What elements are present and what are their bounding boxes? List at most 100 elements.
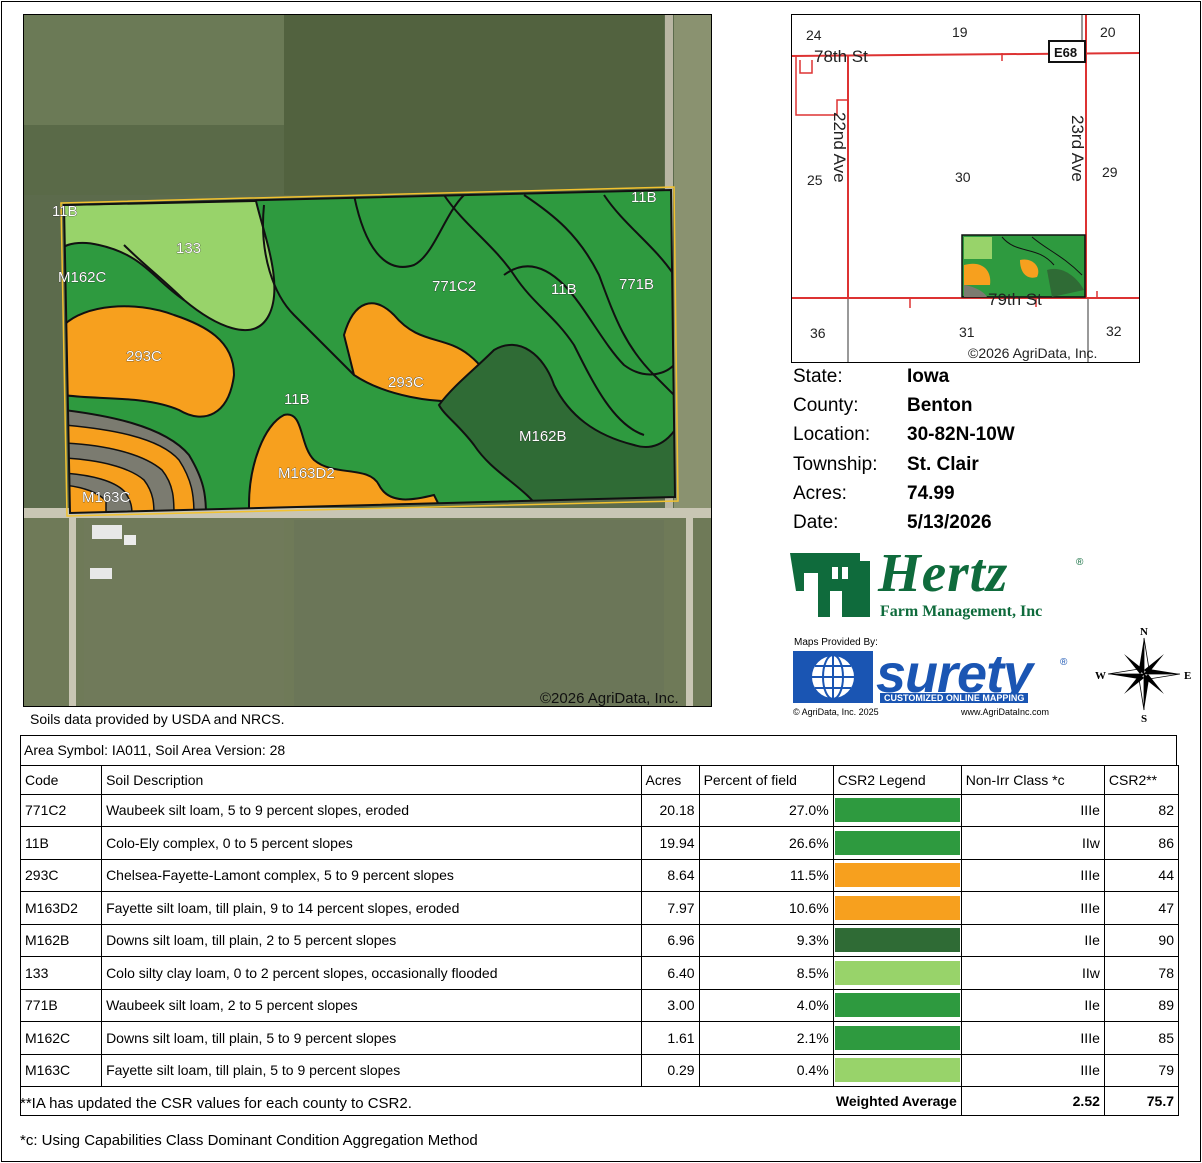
section-number: 29	[1102, 164, 1118, 180]
csr2-cell: 86	[1103, 826, 1180, 860]
road-label: 22nd Ave	[830, 112, 849, 183]
soil-code-cell: 771C2	[19, 793, 103, 827]
percent-cell: 9.3%	[698, 923, 834, 957]
soil-label: 293C	[126, 348, 162, 365]
soil-label: 771B	[619, 276, 654, 293]
hertz-name: Hertz	[878, 542, 1009, 603]
acres-cell: 20.18	[640, 793, 700, 827]
footnote-csr2: **IA has updated the CSR values for each…	[20, 1095, 412, 1112]
info-key: County:	[793, 395, 859, 417]
csr2-legend-cell	[832, 1053, 962, 1087]
section-number: 36	[810, 325, 826, 341]
soil-label: M163C	[82, 489, 131, 506]
csr2-cell: 78	[1103, 956, 1180, 990]
footnote-class-method: *c: Using Capabilities Class Dominant Co…	[20, 1132, 478, 1149]
non-irr-class-cell: IIIe	[960, 793, 1105, 827]
column-header: CSR2**	[1103, 765, 1180, 795]
table-row: 133 Colo silty clay loam, 0 to 2 percent …	[19, 956, 1180, 990]
csr2-cell: 89	[1103, 988, 1180, 1022]
info-key: Acres:	[793, 482, 847, 504]
non-irr-class-cell: IIe	[960, 923, 1105, 957]
soil-description-cell: Chelsea-Fayette-Lamont complex, 5 to 9 p…	[101, 858, 642, 892]
csr2-legend-swatch	[834, 1025, 960, 1050]
percent-cell: 10.6%	[698, 891, 834, 925]
non-irr-class-cell: IIw	[960, 826, 1105, 860]
table-row: M162C Downs silt loam, till plain, 5 to 9…	[19, 1021, 1180, 1055]
csr2-legend-swatch	[834, 993, 960, 1018]
surety-tagline: CUSTOMIZED ONLINE MAPPING	[880, 693, 1029, 703]
surety-registered-mark: ®	[1060, 657, 1068, 668]
csr2-cell: 44	[1103, 858, 1180, 892]
csr2-legend-swatch	[834, 895, 960, 920]
section-number: 25	[807, 172, 823, 188]
percent-cell: 26.6%	[698, 826, 834, 860]
soil-label: 11B	[631, 189, 657, 206]
info-key: Date:	[793, 511, 839, 533]
area-symbol-header: Area Symbol: IA011, Soil Area Version: 2…	[20, 735, 1177, 765]
soil-description-cell: Colo silty clay loam, 0 to 2 percent slo…	[101, 956, 642, 990]
soil-table-grid: Code Soil Description Acres Percent of f…	[19, 765, 1180, 1116]
hertz-logo: Hertz ® Farm Management, Inc	[790, 542, 1090, 624]
info-value: 74.99	[907, 482, 955, 504]
non-irr-class-cell: IIIe	[960, 1053, 1105, 1087]
csr2-cell: 82	[1103, 793, 1180, 827]
soil-label: M163D2	[278, 465, 335, 482]
column-header: Percent of field	[698, 765, 834, 795]
csr2-legend-cell	[832, 891, 962, 925]
info-value: Benton	[907, 395, 973, 417]
compass-e: E	[1184, 670, 1191, 682]
info-row-state: State: Iowa	[793, 366, 1015, 395]
soil-description-cell: Downs silt loam, till plain, 2 to 5 perc…	[101, 923, 642, 957]
column-header: Soil Description	[101, 765, 642, 795]
info-key: Township:	[793, 453, 878, 475]
soil-label: 771C2	[432, 278, 476, 295]
column-header: CSR2 Legend	[832, 765, 962, 795]
soil-description-cell: Waubeek silt loam, 2 to 5 percent slopes	[101, 988, 642, 1022]
soil-label: 11B	[52, 203, 78, 220]
soil-description-cell: Colo-Ely complex, 0 to 5 percent slopes	[101, 826, 642, 860]
soil-code-cell: 133	[19, 956, 103, 990]
soil-code-cell: M163D2	[19, 891, 103, 925]
info-value: Iowa	[907, 366, 950, 387]
csr2-legend-cell	[832, 858, 962, 892]
property-info: State: Iowa County: Benton Location: 30-82N…	[793, 366, 1015, 541]
csr2-legend-cell	[832, 923, 962, 957]
hertz-subtitle: Farm Management, Inc	[880, 603, 1043, 620]
info-row-township: Township: St. Clair	[793, 454, 1015, 483]
table-row: M163D2 Fayette silt loam, till plain, 9 t…	[19, 891, 1180, 925]
csr2-legend-cell	[832, 793, 962, 827]
column-header: Acres	[640, 765, 700, 795]
non-irr-class-cell: IIw	[960, 956, 1105, 990]
compass-s: S	[1141, 713, 1147, 724]
acres-cell: 1.61	[640, 1021, 700, 1055]
inset-copyright: ©2026 AgriData, Inc.	[968, 345, 1097, 361]
section-number: 30	[955, 169, 971, 185]
road-label: 23rd Ave	[1068, 115, 1087, 182]
soil-code-cell: M162B	[19, 923, 103, 957]
table-row: 771C2 Waubeek silt loam, 5 to 9 percent s…	[19, 793, 1180, 827]
column-header: Non-Irr Class *c	[960, 765, 1105, 795]
road-label: 79th St	[988, 290, 1042, 309]
acres-cell: 6.40	[640, 956, 700, 990]
csr2-legend-swatch	[834, 960, 960, 985]
info-row-acres: Acres: 74.99	[793, 483, 1015, 512]
acres-cell: 7.97	[640, 891, 700, 925]
table-row: M162B Downs silt loam, till plain, 2 to 5…	[19, 923, 1180, 957]
weighted-average-class: 2.52	[960, 1086, 1105, 1116]
soil-label: 133	[176, 240, 201, 257]
location-inset-map: 24 19 20 25 30 29 36 31 32 78th St 22nd …	[791, 14, 1140, 363]
info-key: State:	[793, 366, 843, 387]
highway-badge-label: E68	[1054, 45, 1077, 60]
weighted-average-csr2: 75.7	[1103, 1086, 1180, 1116]
info-value: 30-82N-10W	[907, 424, 1015, 446]
table-row: 11B Colo-Ely complex, 0 to 5 percent slop…	[19, 826, 1180, 860]
agridata-copyright: © AgriData, Inc. 2025	[793, 707, 879, 717]
hertz-registered-mark: ®	[1076, 557, 1084, 568]
soil-code-cell: 771B	[19, 988, 103, 1022]
compass-w: W	[1095, 670, 1106, 682]
soils-data-note: Soils data provided by USDA and NRCS.	[30, 711, 285, 727]
maps-provided-label: Maps Provided By:	[794, 637, 878, 648]
info-row-county: County: Benton	[793, 395, 1015, 424]
soil-description-cell: Fayette silt loam, till plain, 9 to 14 p…	[101, 891, 642, 925]
non-irr-class-cell: IIIe	[960, 858, 1105, 892]
